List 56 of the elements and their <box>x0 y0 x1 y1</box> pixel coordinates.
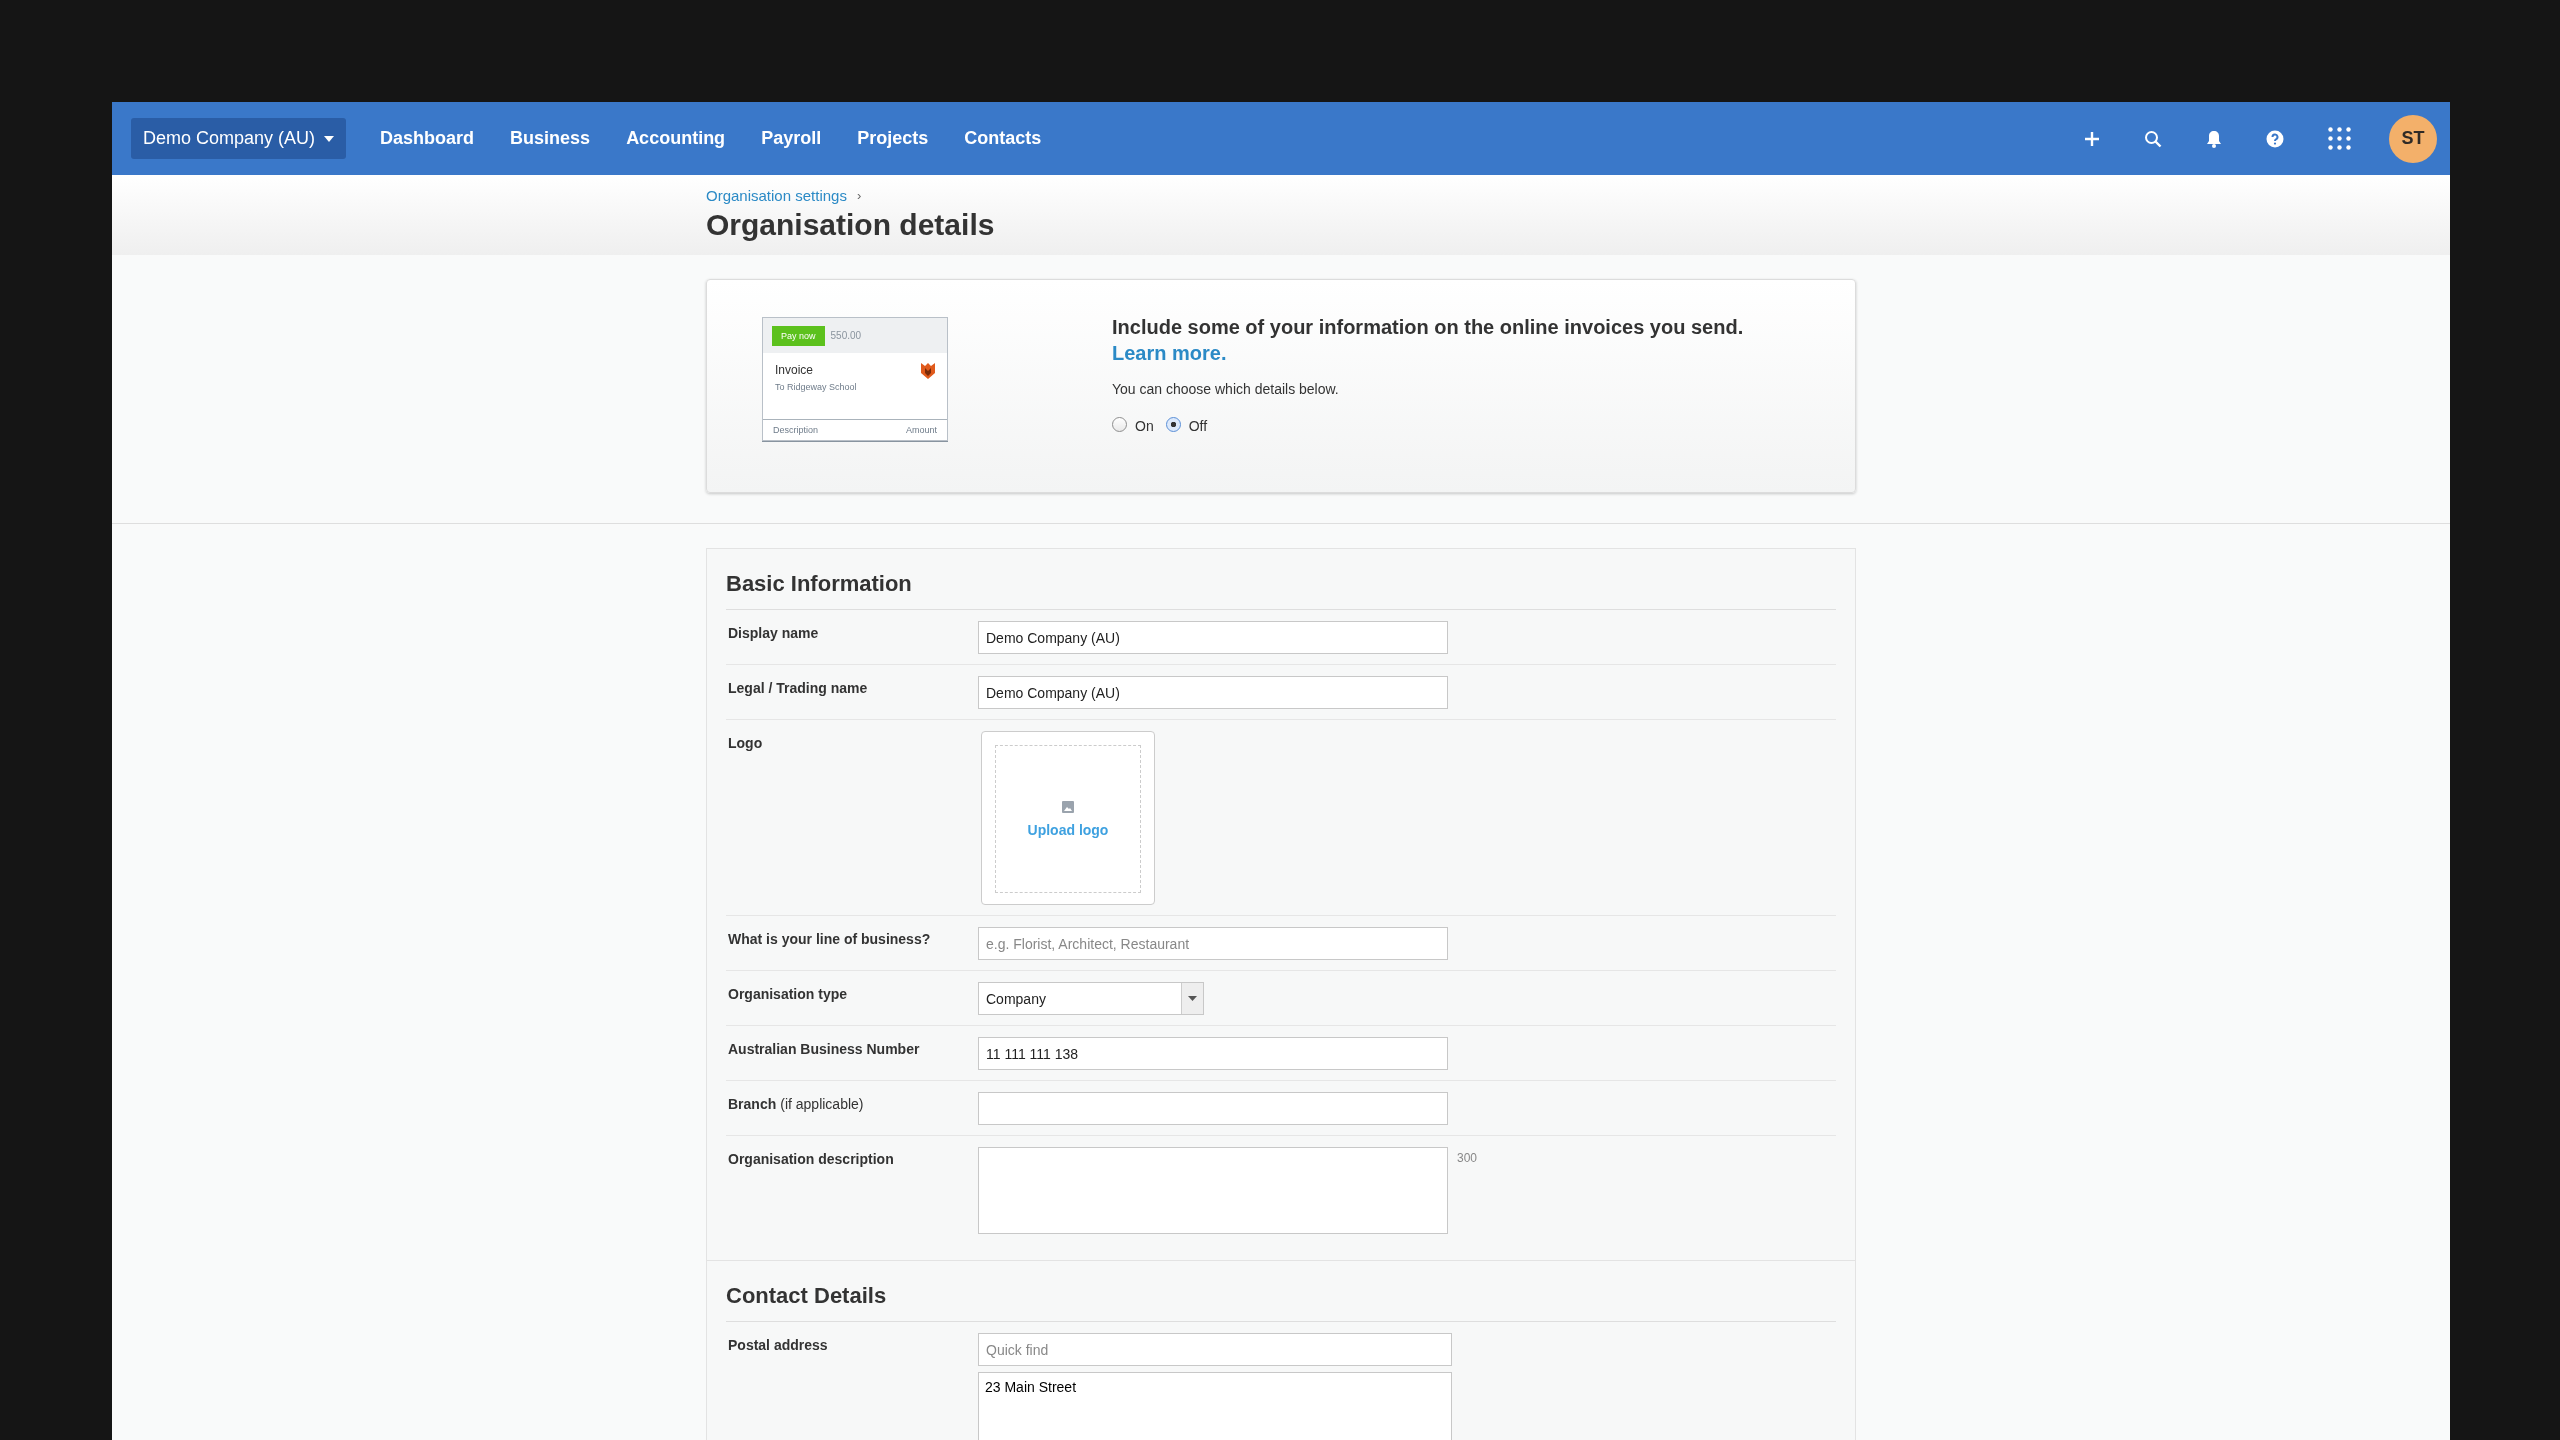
radio-button[interactable] <box>1165 417 1181 432</box>
caret-icon[interactable] <box>324 135 335 142</box>
image-icon[interactable] <box>1062 800 1074 813</box>
field-label: Branch <box>728 1096 777 1112</box>
section-title: Basic Information <box>726 571 1836 610</box>
page-title: Organisation details <box>706 208 996 242</box>
radio-button[interactable] <box>1112 417 1127 432</box>
user-avatar[interactable]: ST <box>2389 114 2437 163</box>
breadcrumb-link[interactable]: Organisation settings <box>706 187 847 204</box>
field-label: Logo <box>728 735 763 751</box>
character-counter: 300 <box>1457 1151 1478 1165</box>
organisation-dropdown[interactable]: Demo Company (AU) <box>131 118 347 159</box>
nav-link[interactable]: Business <box>510 128 591 149</box>
description-field[interactable] <box>978 1147 1448 1234</box>
radio-label[interactable]: Off <box>1188 418 1208 434</box>
invoice-amount: 550.00 <box>830 330 862 341</box>
banner-hint: You can choose which details below. <box>1112 381 1340 397</box>
nav-link[interactable]: Payroll <box>761 128 822 149</box>
field-label: Legal / Trading name <box>728 680 868 696</box>
invoice-heading: Invoice <box>775 363 815 377</box>
field-label: Organisation description <box>728 1151 894 1167</box>
section-title: Contact Details <box>726 1283 1836 1322</box>
banner-headline: Include some of your information on the online invoices you send. <box>1112 316 1744 339</box>
field-label: Australian Business Number <box>728 1041 920 1057</box>
bell-icon[interactable] <box>2206 129 2222 148</box>
field-label: What is your line of business? <box>728 931 931 947</box>
text-field[interactable]: 11 111 111 138 <box>978 1037 1448 1070</box>
upload-logo-link[interactable]: Upload logo <box>1027 821 1109 838</box>
invoice-recipient: To Ridgeway School <box>775 382 857 392</box>
plus-icon[interactable] <box>2084 130 2100 147</box>
nav-link[interactable]: Projects <box>857 128 929 149</box>
search-icon[interactable] <box>2144 129 2162 148</box>
breadcrumb-separator: › <box>856 188 862 203</box>
text-field[interactable]: e.g. Florist, Architect, Restaurant <box>978 927 1448 960</box>
field-label: Postal address <box>728 1337 828 1353</box>
field-note: (if applicable) <box>780 1096 864 1112</box>
field-label: Organisation type <box>728 986 848 1002</box>
column-label: Description <box>773 425 819 435</box>
caret-icon[interactable] <box>1188 996 1197 1001</box>
nav-link[interactable]: Contacts <box>964 128 1042 149</box>
learn-more-link[interactable]: Learn more. <box>1112 342 1744 365</box>
text-field[interactable]: Demo Company (AU) <box>978 676 1448 709</box>
quick-find-field[interactable]: Quick find <box>978 1333 1452 1366</box>
nav-link[interactable]: Accounting <box>626 128 726 149</box>
text-field[interactable]: Demo Company (AU) <box>978 621 1448 654</box>
organisation-type-dropdown[interactable]: Company <box>978 982 1204 1015</box>
field-label: Display name <box>728 625 819 641</box>
app-grid-icon[interactable] <box>2328 127 2351 150</box>
help-icon[interactable] <box>2266 129 2284 148</box>
shield-logo-icon[interactable] <box>921 363 935 379</box>
text-field[interactable] <box>978 1092 1448 1125</box>
logo-upload-area[interactable]: Upload logo <box>981 731 1155 905</box>
address-field[interactable]: 23 Main Street <box>978 1372 1452 1440</box>
column-label: Amount <box>905 425 937 435</box>
radio-label[interactable]: On <box>1135 418 1154 434</box>
nav-link[interactable]: Dashboard <box>380 128 475 149</box>
